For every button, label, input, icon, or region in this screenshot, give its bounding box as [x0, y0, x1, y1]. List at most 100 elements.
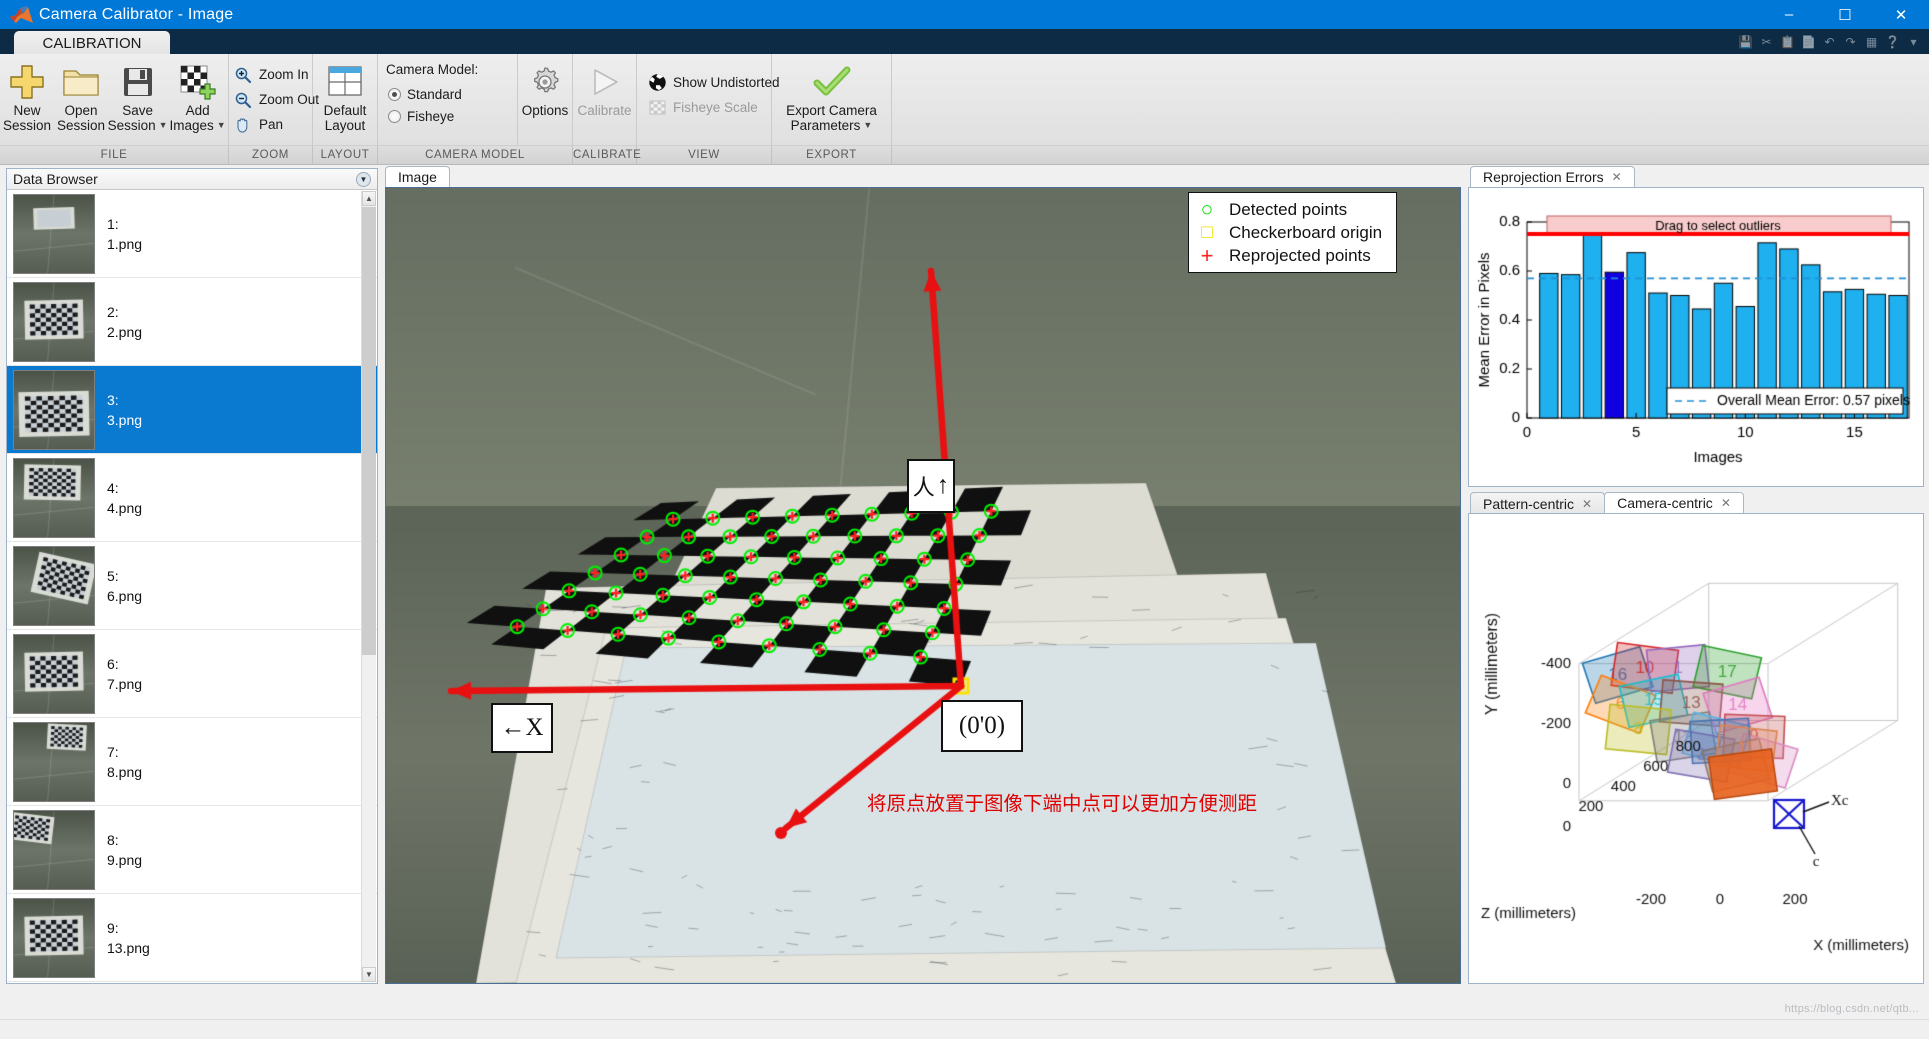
list-item[interactable]: 6: 7.png: [7, 630, 377, 718]
layout-icon[interactable]: ▦: [1862, 33, 1881, 50]
section-label-view: VIEW: [637, 146, 772, 164]
scroll-up-arrow[interactable]: ▲: [362, 191, 376, 206]
detected-points-icon: ○: [1197, 198, 1217, 221]
watermark-text: https://blog.csdn.net/qtb...: [1785, 1003, 1919, 1015]
list-item-label: 3: 3.png: [107, 390, 142, 430]
close-icon[interactable]: ✕: [1721, 496, 1731, 510]
window-title: Camera Calibrator - Image: [39, 6, 233, 24]
tab-camera-centric[interactable]: Camera-centric ✕: [1604, 492, 1744, 514]
add-images-button[interactable]: Add Images ▼: [167, 58, 228, 133]
tab-calibration[interactable]: CALIBRATION: [14, 31, 170, 56]
list-item[interactable]: 4: 4.png: [7, 454, 377, 542]
tab-image[interactable]: Image: [385, 166, 450, 188]
new-session-button[interactable]: New Session: [0, 58, 54, 133]
camera-model-heading: Camera Model:: [386, 62, 478, 77]
list-item-filename: 7.png: [107, 674, 142, 694]
image-panel: ○ Detected points □ Checkerboard origin …: [385, 187, 1461, 984]
options-button[interactable]: Options: [518, 58, 572, 118]
close-button[interactable]: ✕: [1873, 0, 1929, 29]
section-label-camera-model: CAMERA MODEL: [378, 146, 573, 164]
save-session-button[interactable]: Save Session ▼: [108, 58, 167, 133]
ribbon-tab-strip: CALIBRATION 💾 ✂ 📋 📄 ↶ ↷ ▦ ❔ ▾: [0, 29, 1929, 54]
x-axis-annotation: ←X: [491, 703, 553, 753]
tab-pattern-centric[interactable]: Pattern-centric ✕: [1470, 492, 1605, 514]
ribbon-group-camera-model: Camera Model: Standard Fisheye: [378, 54, 518, 146]
extrinsics-panel: [1468, 513, 1924, 984]
list-item[interactable]: 5: 6.png: [7, 542, 377, 630]
work-area: Data Browser ▼ 1: 1.png 2: 2.png 3: 3.png 4: 4.…: [0, 165, 1929, 1019]
cut-icon[interactable]: ✂: [1757, 33, 1776, 50]
list-item[interactable]: 8: 9.png: [7, 806, 377, 894]
undo-icon[interactable]: ↶: [1820, 33, 1839, 50]
default-layout-button[interactable]: Default Layout: [314, 58, 376, 133]
data-browser-scrollbar[interactable]: ▲ ▼: [361, 191, 376, 982]
list-item[interactable]: 1: 1.png: [7, 190, 377, 278]
pan-button[interactable]: Pan: [229, 112, 291, 137]
data-browser-title: Data Browser: [13, 171, 98, 187]
chevron-down-icon[interactable]: ▼: [217, 118, 226, 133]
green-check-icon: [812, 61, 852, 103]
image-legend: ○ Detected points □ Checkerboard origin …: [1188, 192, 1397, 273]
chevron-down-icon[interactable]: ▼: [863, 118, 872, 133]
radio-fisheye[interactable]: Fisheye: [386, 105, 462, 127]
y-axis-cn-label: 人: [913, 470, 935, 502]
checker-square-icon: [647, 98, 667, 117]
zoom-in-button[interactable]: Zoom In: [229, 62, 317, 87]
list-item[interactable]: 3: 3.png: [7, 366, 377, 454]
list-item-filename: 2.png: [107, 322, 142, 342]
magnifier-minus-icon: [233, 90, 253, 109]
quick-access-toolbar: 💾 ✂ 📋 📄 ↶ ↷ ▦ ❔ ▾: [1569, 29, 1929, 54]
layout-grid-icon: [327, 61, 363, 103]
redo-icon[interactable]: ↷: [1841, 33, 1860, 50]
list-item[interactable]: 7: 8.png: [7, 718, 377, 806]
close-icon[interactable]: ✕: [1612, 170, 1622, 184]
radio-standard[interactable]: Standard: [386, 83, 470, 105]
list-item-index: 9:: [107, 918, 150, 938]
ribbon-group-export: Export Camera Parameters ▼: [772, 54, 892, 146]
copy-icon[interactable]: 📋: [1778, 33, 1797, 50]
extrinsics-3d-plot[interactable]: [1469, 514, 1923, 983]
reprojected-points-icon: +: [1197, 244, 1217, 267]
list-item-label: 1: 1.png: [107, 214, 142, 254]
calibration-image[interactable]: [386, 188, 1460, 983]
open-session-button[interactable]: Open Session: [54, 58, 108, 133]
list-item-label: 9: 13.png: [107, 918, 150, 958]
paste-icon[interactable]: 📄: [1799, 33, 1818, 50]
zoom-in-label: Zoom In: [259, 67, 309, 82]
data-browser-title-bar: Data Browser ▼: [7, 169, 377, 190]
help-icon[interactable]: ❔: [1883, 33, 1902, 50]
show-undistorted-button[interactable]: Show Undistorted: [643, 70, 788, 95]
list-item-label: 4: 4.png: [107, 478, 142, 518]
section-label-layout: LAYOUT: [313, 146, 378, 164]
maximize-button[interactable]: ☐: [1817, 0, 1873, 29]
ribbon-group-zoom: Zoom In Zoom Out Pan: [229, 54, 313, 146]
save-icon[interactable]: 💾: [1736, 33, 1755, 50]
scroll-thumb[interactable]: [362, 207, 376, 655]
data-browser-list[interactable]: 1: 1.png 2: 2.png 3: 3.png 4: 4.png 5: 6.png 6: 7.p…: [7, 190, 377, 983]
chevron-down-icon[interactable]: ▾: [1904, 33, 1923, 50]
image-thumbnail: [13, 370, 95, 450]
tab-reprojection-errors[interactable]: Reprojection Errors ✕: [1470, 166, 1635, 188]
data-browser-panel: Data Browser ▼ 1: 1.png 2: 2.png 3: 3.png 4: 4.…: [6, 168, 378, 984]
image-thumbnail: [13, 458, 95, 538]
list-item-label: 2: 2.png: [107, 302, 142, 342]
reprojection-errors-panel: [1468, 187, 1924, 487]
list-item[interactable]: 10:14.png: [7, 982, 377, 983]
plus-icon: [8, 61, 46, 103]
calibrate-button[interactable]: Calibrate: [574, 58, 636, 118]
image-thumbnail: [13, 282, 95, 362]
minimize-button[interactable]: –: [1761, 0, 1817, 29]
reprojection-error-chart[interactable]: [1469, 188, 1923, 486]
fisheye-scale-button[interactable]: Fisheye Scale: [643, 95, 766, 120]
list-item-label: 5: 6.png: [107, 566, 142, 606]
export-camera-parameters-button[interactable]: Export Camera Parameters ▼: [773, 58, 891, 133]
list-item[interactable]: 2: 2.png: [7, 278, 377, 366]
scroll-down-arrow[interactable]: ▼: [362, 967, 376, 982]
ribbon-group-calibrate: Calibrate: [573, 54, 637, 146]
list-item-index: 4:: [107, 478, 142, 498]
close-icon[interactable]: ✕: [1582, 497, 1592, 511]
list-item[interactable]: 9: 13.png: [7, 894, 377, 982]
image-canvas-wrapper[interactable]: ○ Detected points □ Checkerboard origin …: [386, 188, 1460, 983]
chevron-down-icon[interactable]: ▼: [356, 172, 371, 187]
floppy-icon: [121, 61, 155, 103]
